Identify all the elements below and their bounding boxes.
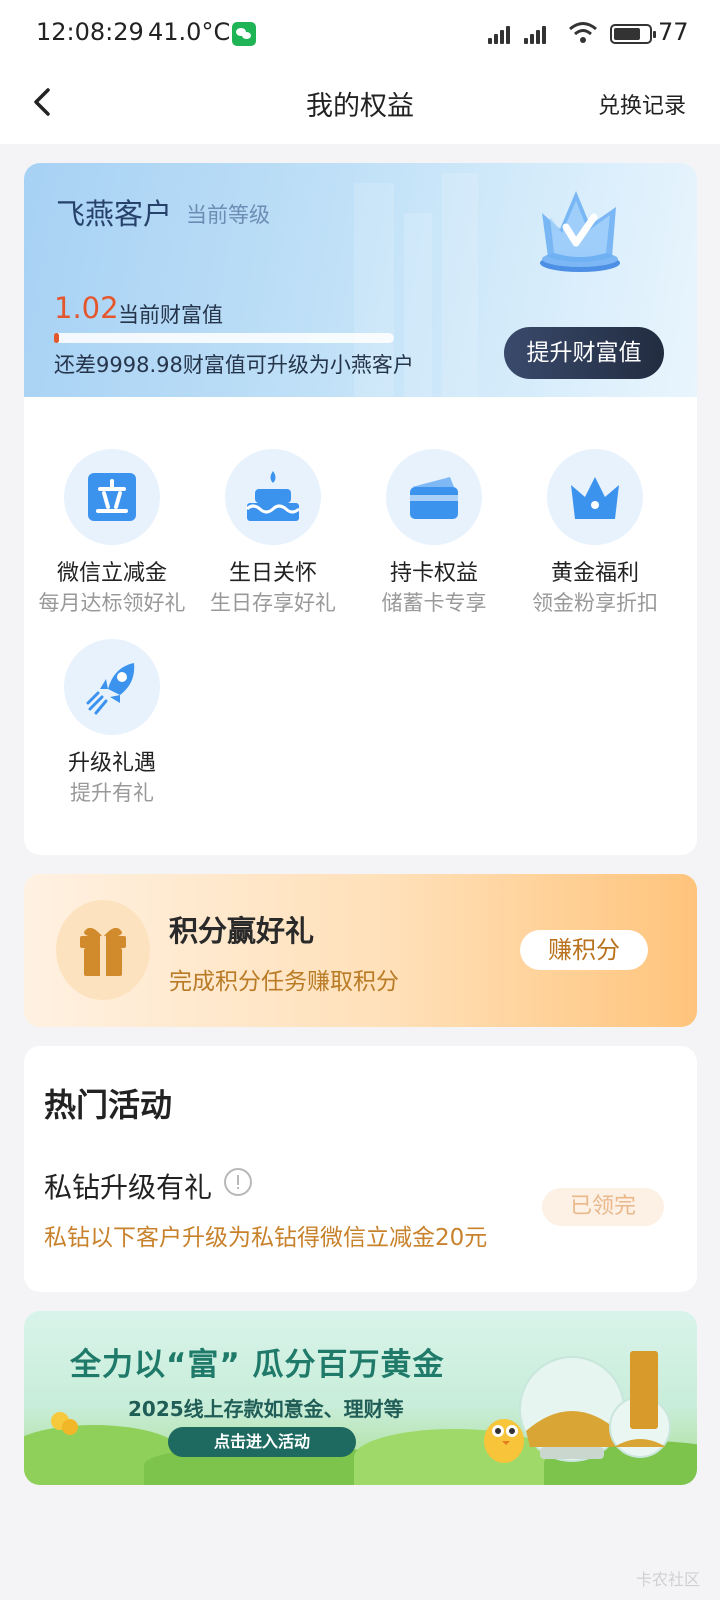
benefit-title: 黄金福利 xyxy=(550,561,639,586)
upgrade-tip: 还差9998.98财富值可升级为小燕客户 xyxy=(54,353,414,377)
li-square-icon xyxy=(88,473,136,521)
exchange-record-link[interactable]: 兑换记录 xyxy=(598,88,686,120)
rocket-icon xyxy=(86,663,135,715)
benefit-title: 持卡权益 xyxy=(389,561,478,586)
crown-badge-icon xyxy=(540,191,620,272)
banner-subtitle: 2025线上存款如意金、理财等 xyxy=(128,1397,404,1421)
crown-icon xyxy=(571,477,619,519)
earn-points-button[interactable]: 赚积分 xyxy=(520,930,648,970)
card-icon xyxy=(410,477,458,519)
status-temperature: 41.0°C xyxy=(148,18,231,46)
benefit-subtitle: 生日存享好礼 xyxy=(210,591,336,615)
wealth-progress-fill xyxy=(54,333,60,343)
signal-icon xyxy=(524,24,554,44)
raise-wealth-button[interactable]: 提升财富值 xyxy=(504,327,664,379)
claimed-button[interactable]: 已领完 xyxy=(542,1188,664,1226)
wealth-label: 当前财富值 xyxy=(118,303,223,327)
info-icon[interactable] xyxy=(224,1168,252,1196)
activity-description: 私钻以下客户升级为私钻得微信立减金20元 xyxy=(44,1225,488,1251)
building-decoration xyxy=(442,173,478,397)
benefit-subtitle: 储蓄卡专享 xyxy=(381,591,487,615)
benefit-icon-bg xyxy=(547,449,643,545)
benefit-icon-bg xyxy=(386,449,482,545)
wechat-icon xyxy=(232,22,256,46)
battery-percent: 77 xyxy=(658,18,689,46)
benefit-wechat-discount[interactable]: 微信立减金 每月达标领好礼 xyxy=(24,397,192,615)
wealth-progress-bar xyxy=(54,333,394,343)
benefit-gold[interactable]: 黄金福利 领金粉享折扣 xyxy=(507,397,675,615)
benefit-icon-bg xyxy=(64,639,160,735)
gift-icon xyxy=(80,927,126,976)
level-header: 飞燕客户 当前等级 1.02 当前财富值 还差9998.98财富值可升级为小燕客… xyxy=(24,163,697,397)
cake-icon xyxy=(245,471,300,521)
status-bar: 12:08:29 41.0°C 77 xyxy=(0,0,720,66)
benefit-icon-bg xyxy=(225,449,321,545)
watermark: 卡农社区 xyxy=(635,1570,700,1589)
benefit-subtitle: 提升有礼 xyxy=(70,781,154,805)
points-title: 积分赢好礼 xyxy=(169,914,315,948)
wealth-value: 1.02 xyxy=(54,291,119,325)
benefit-title: 微信立减金 xyxy=(56,561,167,586)
promo-banner[interactable]: 全力以“富” 瓜分百万黄金 2025线上存款如意金、理财等 点击进入活动 xyxy=(24,1311,697,1485)
hot-activities-card: 热门活动 私钻升级有礼 私钻以下客户升级为私钻得微信立减金20元 已领完 xyxy=(24,1046,697,1292)
navigation-bar: 我的权益 兑换记录 xyxy=(0,66,720,144)
banner-title: 全力以“富” 瓜分百万黄金 xyxy=(70,1347,445,1383)
benefit-title: 生日关怀 xyxy=(228,561,317,586)
activity-name: 私钻升级有礼 xyxy=(44,1171,213,1204)
benefit-icon-bg xyxy=(64,449,160,545)
level-subtitle: 当前等级 xyxy=(186,203,270,227)
benefit-birthday[interactable]: 生日关怀 生日存享好礼 xyxy=(185,397,353,615)
banner-enter-button[interactable]: 点击进入活动 xyxy=(168,1427,356,1457)
benefit-title: 升级礼遇 xyxy=(67,751,156,776)
flower-decoration xyxy=(51,1412,78,1435)
benefit-card[interactable]: 持卡权益 储蓄卡专享 xyxy=(346,397,514,615)
benefit-subtitle: 领金粉享折扣 xyxy=(532,591,658,615)
signal-icon xyxy=(488,24,518,44)
section-title: 热门活动 xyxy=(44,1086,173,1124)
gold-globe-illustration xyxy=(484,1351,671,1463)
level-name: 飞燕客户 xyxy=(56,197,173,231)
battery-icon xyxy=(610,24,656,44)
points-card[interactable]: 积分赢好礼 完成积分任务赚取积分 赚积分 xyxy=(24,874,697,1027)
points-description: 完成积分任务赚取积分 xyxy=(169,969,399,995)
wifi-icon xyxy=(569,22,597,43)
gift-icon-bg xyxy=(56,900,150,1000)
status-time: 12:08:29 xyxy=(36,18,144,46)
level-card: 飞燕客户 当前等级 1.02 当前财富值 还差9998.98财富值可升级为小燕客… xyxy=(24,163,697,855)
benefit-upgrade[interactable]: 升级礼遇 提升有礼 xyxy=(24,587,192,805)
